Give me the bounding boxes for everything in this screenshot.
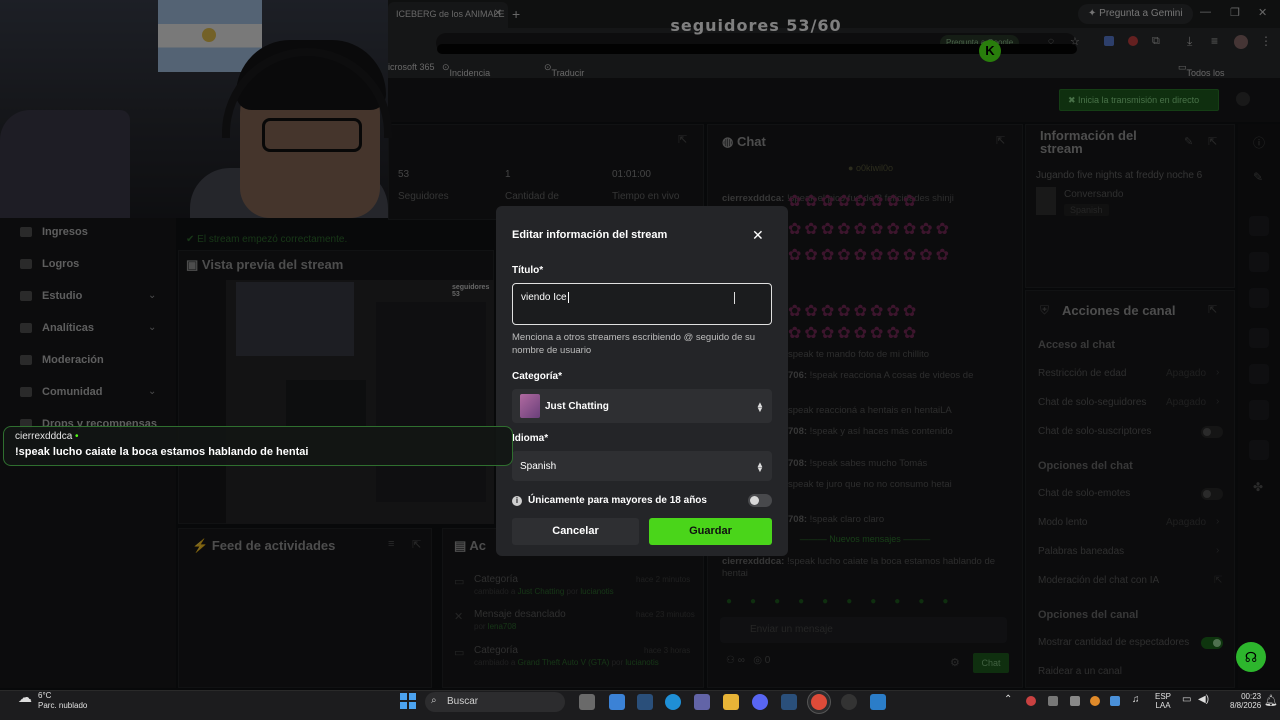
- title-hint: Menciona a otros streamers escribiendo @…: [512, 332, 756, 356]
- volume-icon[interactable]: ◀): [1198, 694, 1209, 705]
- clock-date: 8/8/2026: [1230, 701, 1262, 710]
- display-icon[interactable]: ▭: [1182, 694, 1191, 705]
- tray-expand-icon[interactable]: ⌃: [1004, 694, 1012, 705]
- teams-icon[interactable]: [694, 694, 710, 710]
- online-dot-icon: •: [75, 431, 79, 442]
- title-input-value: viendo Ice: [521, 292, 567, 303]
- category-label: Categoría*: [512, 371, 563, 382]
- search-icon: ⌕: [431, 695, 437, 706]
- tray-app-icon[interactable]: [1048, 696, 1058, 706]
- task-view-icon[interactable]: [579, 694, 595, 710]
- select-arrows-icon: ▲ ▼: [756, 460, 764, 474]
- chrome-icon[interactable]: [811, 694, 827, 710]
- folder-icon[interactable]: [723, 694, 739, 710]
- category-thumbnail: [520, 394, 540, 418]
- title-label: Título*: [512, 265, 544, 276]
- obs-icon[interactable]: [841, 694, 857, 710]
- lang-top: ESP: [1155, 692, 1172, 701]
- lang-bottom: LAA: [1155, 701, 1171, 710]
- tray-app-icon[interactable]: [1026, 696, 1036, 706]
- weather-temp: 6°C: [38, 691, 52, 700]
- language-label: Idioma*: [512, 433, 549, 444]
- category-value: Just Chatting: [545, 401, 609, 412]
- tray-app-icon[interactable]: [1070, 696, 1080, 706]
- clock[interactable]: 00:23 8/8/2026: [1230, 692, 1261, 710]
- todo-icon[interactable]: [609, 694, 625, 710]
- chat-alert-username: cierrexdddca: [15, 431, 73, 442]
- edge-icon[interactable]: [665, 694, 681, 710]
- notification-bell-icon[interactable]: 🔔︎: [1264, 694, 1278, 707]
- clock-time: 00:23: [1241, 692, 1262, 701]
- modal-title: Editar información del stream: [512, 229, 668, 241]
- weather-text: Parc. nublado: [38, 701, 88, 710]
- taskbar-search[interactable]: Buscar: [425, 692, 565, 712]
- select-arrows-icon: ▲ ▼: [756, 400, 764, 414]
- tray-app-icon[interactable]: [1110, 696, 1120, 706]
- windows-start-icon[interactable]: [400, 693, 416, 709]
- save-button[interactable]: Guardar: [649, 518, 772, 545]
- steam-icon[interactable]: [637, 694, 653, 710]
- weather-widget[interactable]: 6°CParc. nublado: [18, 691, 87, 711]
- app-icon[interactable]: [870, 694, 886, 710]
- ibeam-cursor-icon: [734, 292, 742, 304]
- adult-only-label: Únicamente para mayores de 18 años: [528, 495, 707, 506]
- info-icon: i: [512, 496, 522, 506]
- mic-icon[interactable]: ♫: [1132, 694, 1140, 705]
- steam-icon[interactable]: [781, 694, 797, 710]
- title-input[interactable]: viendo Ice: [512, 283, 772, 325]
- taskbar-search-label: Buscar: [447, 696, 479, 707]
- discord-icon[interactable]: [752, 694, 768, 710]
- tray-app-icon[interactable]: [1090, 696, 1100, 706]
- language-indicator[interactable]: ESP LAA: [1155, 692, 1171, 710]
- cancel-button[interactable]: Cancelar: [512, 518, 639, 545]
- language-value: Spanish: [520, 461, 557, 472]
- close-icon[interactable]: ✕: [752, 227, 764, 244]
- screen: ICEBERG de los ANIMALE ✕ + ✦ Pregunta a …: [0, 0, 1280, 720]
- adult-only-toggle[interactable]: [748, 494, 772, 507]
- text-caret: [567, 292, 569, 303]
- chat-alert-message: !speak lucho caiate la boca estamos habl…: [15, 446, 309, 458]
- support-icon[interactable]: ☊: [1236, 642, 1266, 672]
- chat-alert-user: cierrexdddca •: [15, 431, 79, 442]
